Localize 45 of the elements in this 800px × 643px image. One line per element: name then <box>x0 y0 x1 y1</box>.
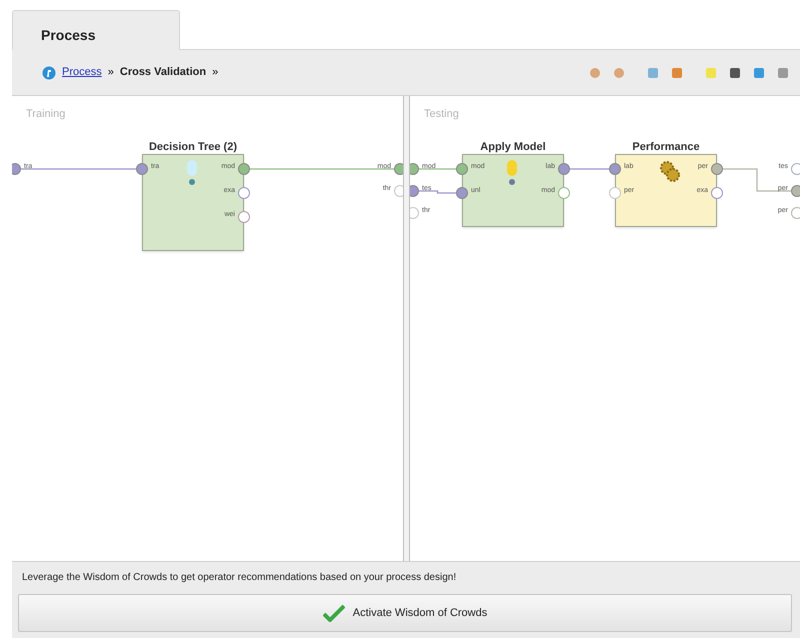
breadcrumb-separator: » <box>108 65 114 80</box>
gears-icon <box>659 160 681 182</box>
port[interactable] <box>394 185 403 197</box>
port[interactable] <box>558 187 570 199</box>
connection-line <box>570 168 609 170</box>
port[interactable] <box>791 207 800 219</box>
port[interactable] <box>238 163 250 175</box>
port[interactable] <box>238 187 250 199</box>
breadcrumb-current: Cross Validation <box>120 65 206 80</box>
activate-button[interactable]: Activate Wisdom of Crowds <box>18 594 792 632</box>
port[interactable] <box>791 185 800 197</box>
operator-node[interactable] <box>615 154 717 227</box>
port[interactable] <box>609 187 621 199</box>
port[interactable] <box>558 163 570 175</box>
port[interactable] <box>609 163 621 175</box>
breadcrumb-separator: » <box>212 65 218 80</box>
operator-title: Apply Model <box>479 140 547 155</box>
lightbulb-icon <box>506 160 518 186</box>
port[interactable] <box>136 163 148 175</box>
port[interactable] <box>12 163 21 175</box>
operator-title: Performance <box>631 140 701 155</box>
connection-line <box>419 190 456 194</box>
operator-node[interactable] <box>142 154 244 251</box>
port[interactable] <box>410 185 419 197</box>
port[interactable] <box>238 211 250 223</box>
breadcrumb-link[interactable]: Process <box>62 64 102 81</box>
connection-line <box>419 168 456 170</box>
port[interactable] <box>394 163 403 175</box>
port[interactable] <box>410 207 419 219</box>
port[interactable] <box>410 163 419 175</box>
subprocess-title: Testing <box>424 107 459 122</box>
process-tab[interactable]: Process <box>12 10 180 50</box>
operator-node[interactable] <box>462 154 564 227</box>
port[interactable] <box>456 187 468 199</box>
port[interactable] <box>711 163 723 175</box>
recommendation-message: Leverage the Wisdom of Crowds to get operator recommendations based on your process design! <box>21 571 458 585</box>
lightbulb-icon <box>186 160 198 186</box>
port[interactable] <box>456 163 468 175</box>
operator-title: Decision Tree (2) <box>148 140 238 155</box>
check-icon <box>322 604 345 622</box>
port[interactable] <box>711 187 723 199</box>
connection-line <box>723 168 791 192</box>
process-icon <box>42 66 56 80</box>
subprocess-title: Training <box>26 107 66 122</box>
port[interactable] <box>791 163 800 175</box>
